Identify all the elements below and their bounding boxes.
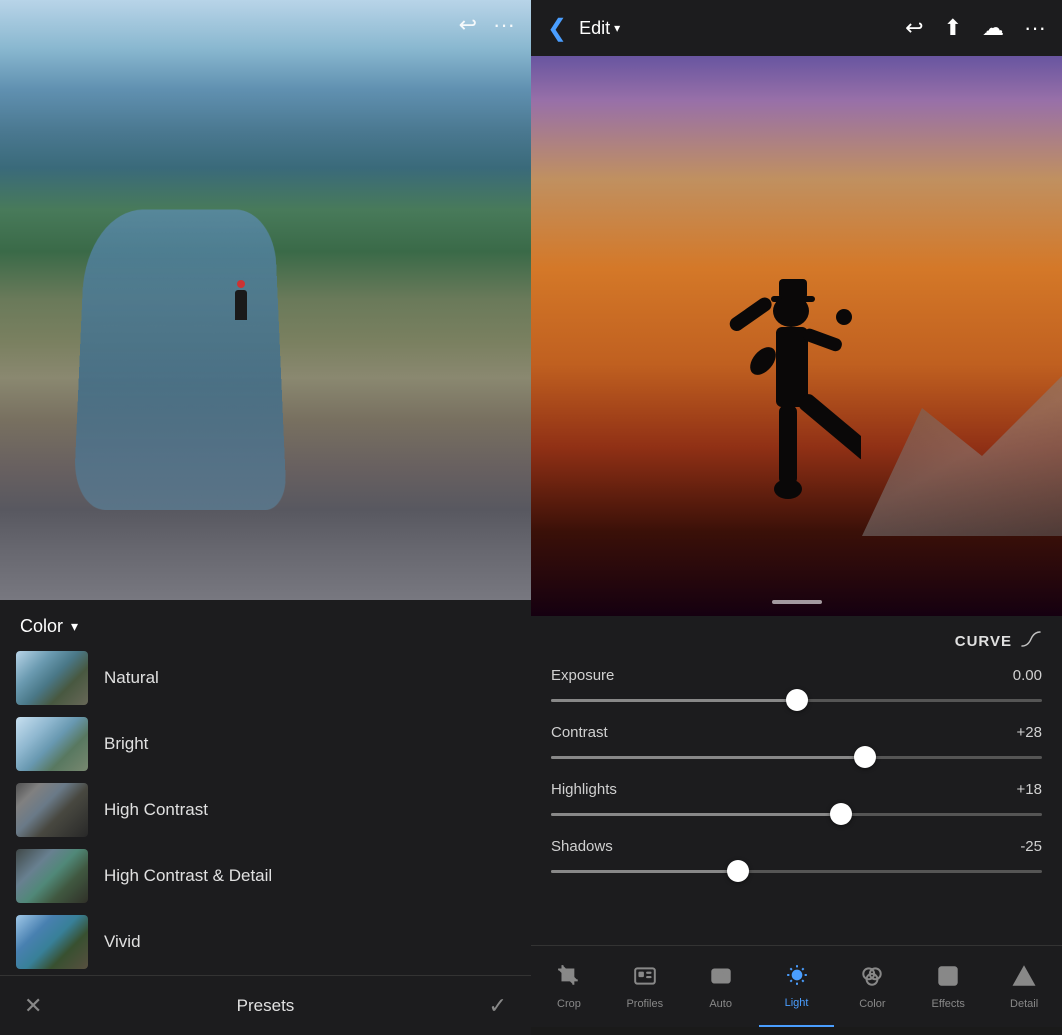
preset-thumb-vivid xyxy=(16,915,88,969)
edit-title-wrap: Edit ▾ xyxy=(579,18,893,39)
left-panel: ↩ ··· Color ▾ Natural Bright High Contra… xyxy=(0,0,531,1027)
preset-high-contrast[interactable]: High Contrast xyxy=(0,777,531,843)
auto-icon xyxy=(709,964,733,994)
color-header: Color ▾ xyxy=(0,600,531,645)
cancel-button[interactable]: ✕ xyxy=(24,993,42,1019)
nav-label-crop: Crop xyxy=(557,998,581,1010)
presets-label: Presets xyxy=(237,996,295,1016)
person-silhouette-left xyxy=(235,290,247,320)
nav-item-detail[interactable]: Detail xyxy=(986,946,1062,1027)
undo-icon[interactable]: ↩ xyxy=(459,12,477,38)
preset-label-natural: Natural xyxy=(104,668,159,688)
nav-item-profiles[interactable]: Profiles xyxy=(607,946,683,1027)
contrast-slider[interactable] xyxy=(551,747,1042,767)
fjord-water xyxy=(73,210,287,510)
nav-item-effects[interactable]: Effects xyxy=(910,946,986,1027)
shadows-label: Shadows xyxy=(551,838,613,855)
effects-icon xyxy=(936,964,960,994)
silhouette-svg xyxy=(701,271,861,551)
contrast-value: +28 xyxy=(1017,724,1042,741)
edit-chevron-icon[interactable]: ▾ xyxy=(614,21,620,35)
preset-label-bright: Bright xyxy=(104,734,148,754)
right-photo xyxy=(531,56,1062,616)
nav-label-effects: Effects xyxy=(932,998,965,1010)
highlights-label: Highlights xyxy=(551,781,617,798)
bottom-nav: Crop Profiles xyxy=(531,945,1062,1027)
nav-label-auto: Auto xyxy=(709,998,732,1010)
preset-thumb-bright xyxy=(16,717,88,771)
edit-panel: CURVE Exposure 0.00 xyxy=(531,616,1062,1027)
preset-thumb-high-contrast xyxy=(16,783,88,837)
color-section-title: Color xyxy=(20,616,63,637)
left-toolbar: ↩ ··· xyxy=(459,12,515,38)
crop-icon xyxy=(557,964,581,994)
highlights-slider[interactable] xyxy=(551,804,1042,824)
share-icon[interactable]: ⬆ xyxy=(944,15,962,41)
more-icon[interactable]: ··· xyxy=(493,12,515,38)
preset-natural[interactable]: Natural xyxy=(0,645,531,711)
undo-right-icon[interactable]: ↩ xyxy=(905,15,923,41)
color-chevron-icon[interactable]: ▾ xyxy=(71,618,78,635)
presets-section: Color ▾ Natural Bright High Contrast H xyxy=(0,600,531,1035)
exposure-label: Exposure xyxy=(551,667,614,684)
nav-item-crop[interactable]: Crop xyxy=(531,946,607,1027)
preset-bright[interactable]: Bright xyxy=(0,711,531,777)
contrast-slider-row: Contrast +28 xyxy=(551,724,1042,767)
contrast-label: Contrast xyxy=(551,724,608,741)
swipe-handle xyxy=(772,600,822,604)
nav-label-profiles: Profiles xyxy=(626,998,663,1010)
exposure-slider[interactable] xyxy=(551,690,1042,710)
cloud-save-icon[interactable]: ☁ xyxy=(982,15,1004,41)
curve-header: CURVE xyxy=(531,616,1062,659)
nav-item-color[interactable]: Color xyxy=(834,946,910,1027)
nav-item-light[interactable]: Light xyxy=(759,946,835,1027)
detail-icon xyxy=(1012,964,1036,994)
highlights-value: +18 xyxy=(1017,781,1042,798)
curve-icon[interactable] xyxy=(1020,628,1042,655)
preset-label-high-contrast: High Contrast xyxy=(104,800,208,820)
preset-vivid[interactable]: Vivid xyxy=(0,909,531,975)
nav-label-detail: Detail xyxy=(1010,998,1038,1010)
light-icon xyxy=(785,963,809,993)
nav-label-color: Color xyxy=(859,998,885,1010)
exposure-slider-row: Exposure 0.00 xyxy=(551,667,1042,710)
preset-list: Natural Bright High Contrast High Contra… xyxy=(0,645,531,975)
shadows-slider-row: Shadows -25 xyxy=(551,838,1042,881)
preset-label-hcd: High Contrast & Detail xyxy=(104,866,272,886)
preset-label-vivid: Vivid xyxy=(104,932,141,952)
nav-item-auto[interactable]: Auto xyxy=(683,946,759,1027)
color-icon xyxy=(860,964,884,994)
presets-bottom-bar: ✕ Presets ✓ xyxy=(0,975,531,1035)
preset-thumb-natural xyxy=(16,651,88,705)
back-button[interactable]: ❮ xyxy=(547,14,567,43)
shadows-value: -25 xyxy=(1020,838,1042,855)
highlights-slider-row: Highlights +18 xyxy=(551,781,1042,824)
preset-thumb-hcd xyxy=(16,849,88,903)
profiles-icon xyxy=(633,964,657,994)
right-header: ❮ Edit ▾ ↩ ⬆ ☁ ··· xyxy=(531,0,1062,56)
sliders-section: Exposure 0.00 Contrast +28 xyxy=(531,659,1062,945)
preset-hcd[interactable]: High Contrast & Detail xyxy=(0,843,531,909)
exposure-value: 0.00 xyxy=(1013,667,1042,684)
edit-title: Edit xyxy=(579,18,610,39)
shadows-slider[interactable] xyxy=(551,861,1042,881)
confirm-button[interactable]: ✓ xyxy=(489,993,507,1019)
nav-label-light: Light xyxy=(785,997,809,1009)
left-photo: ↩ ··· xyxy=(0,0,531,600)
curve-label: CURVE xyxy=(955,633,1012,650)
more-right-icon[interactable]: ··· xyxy=(1024,15,1046,41)
right-panel: ❮ Edit ▾ ↩ ⬆ ☁ ··· xyxy=(531,0,1062,1027)
right-header-actions: ↩ ⬆ ☁ ··· xyxy=(905,15,1046,41)
